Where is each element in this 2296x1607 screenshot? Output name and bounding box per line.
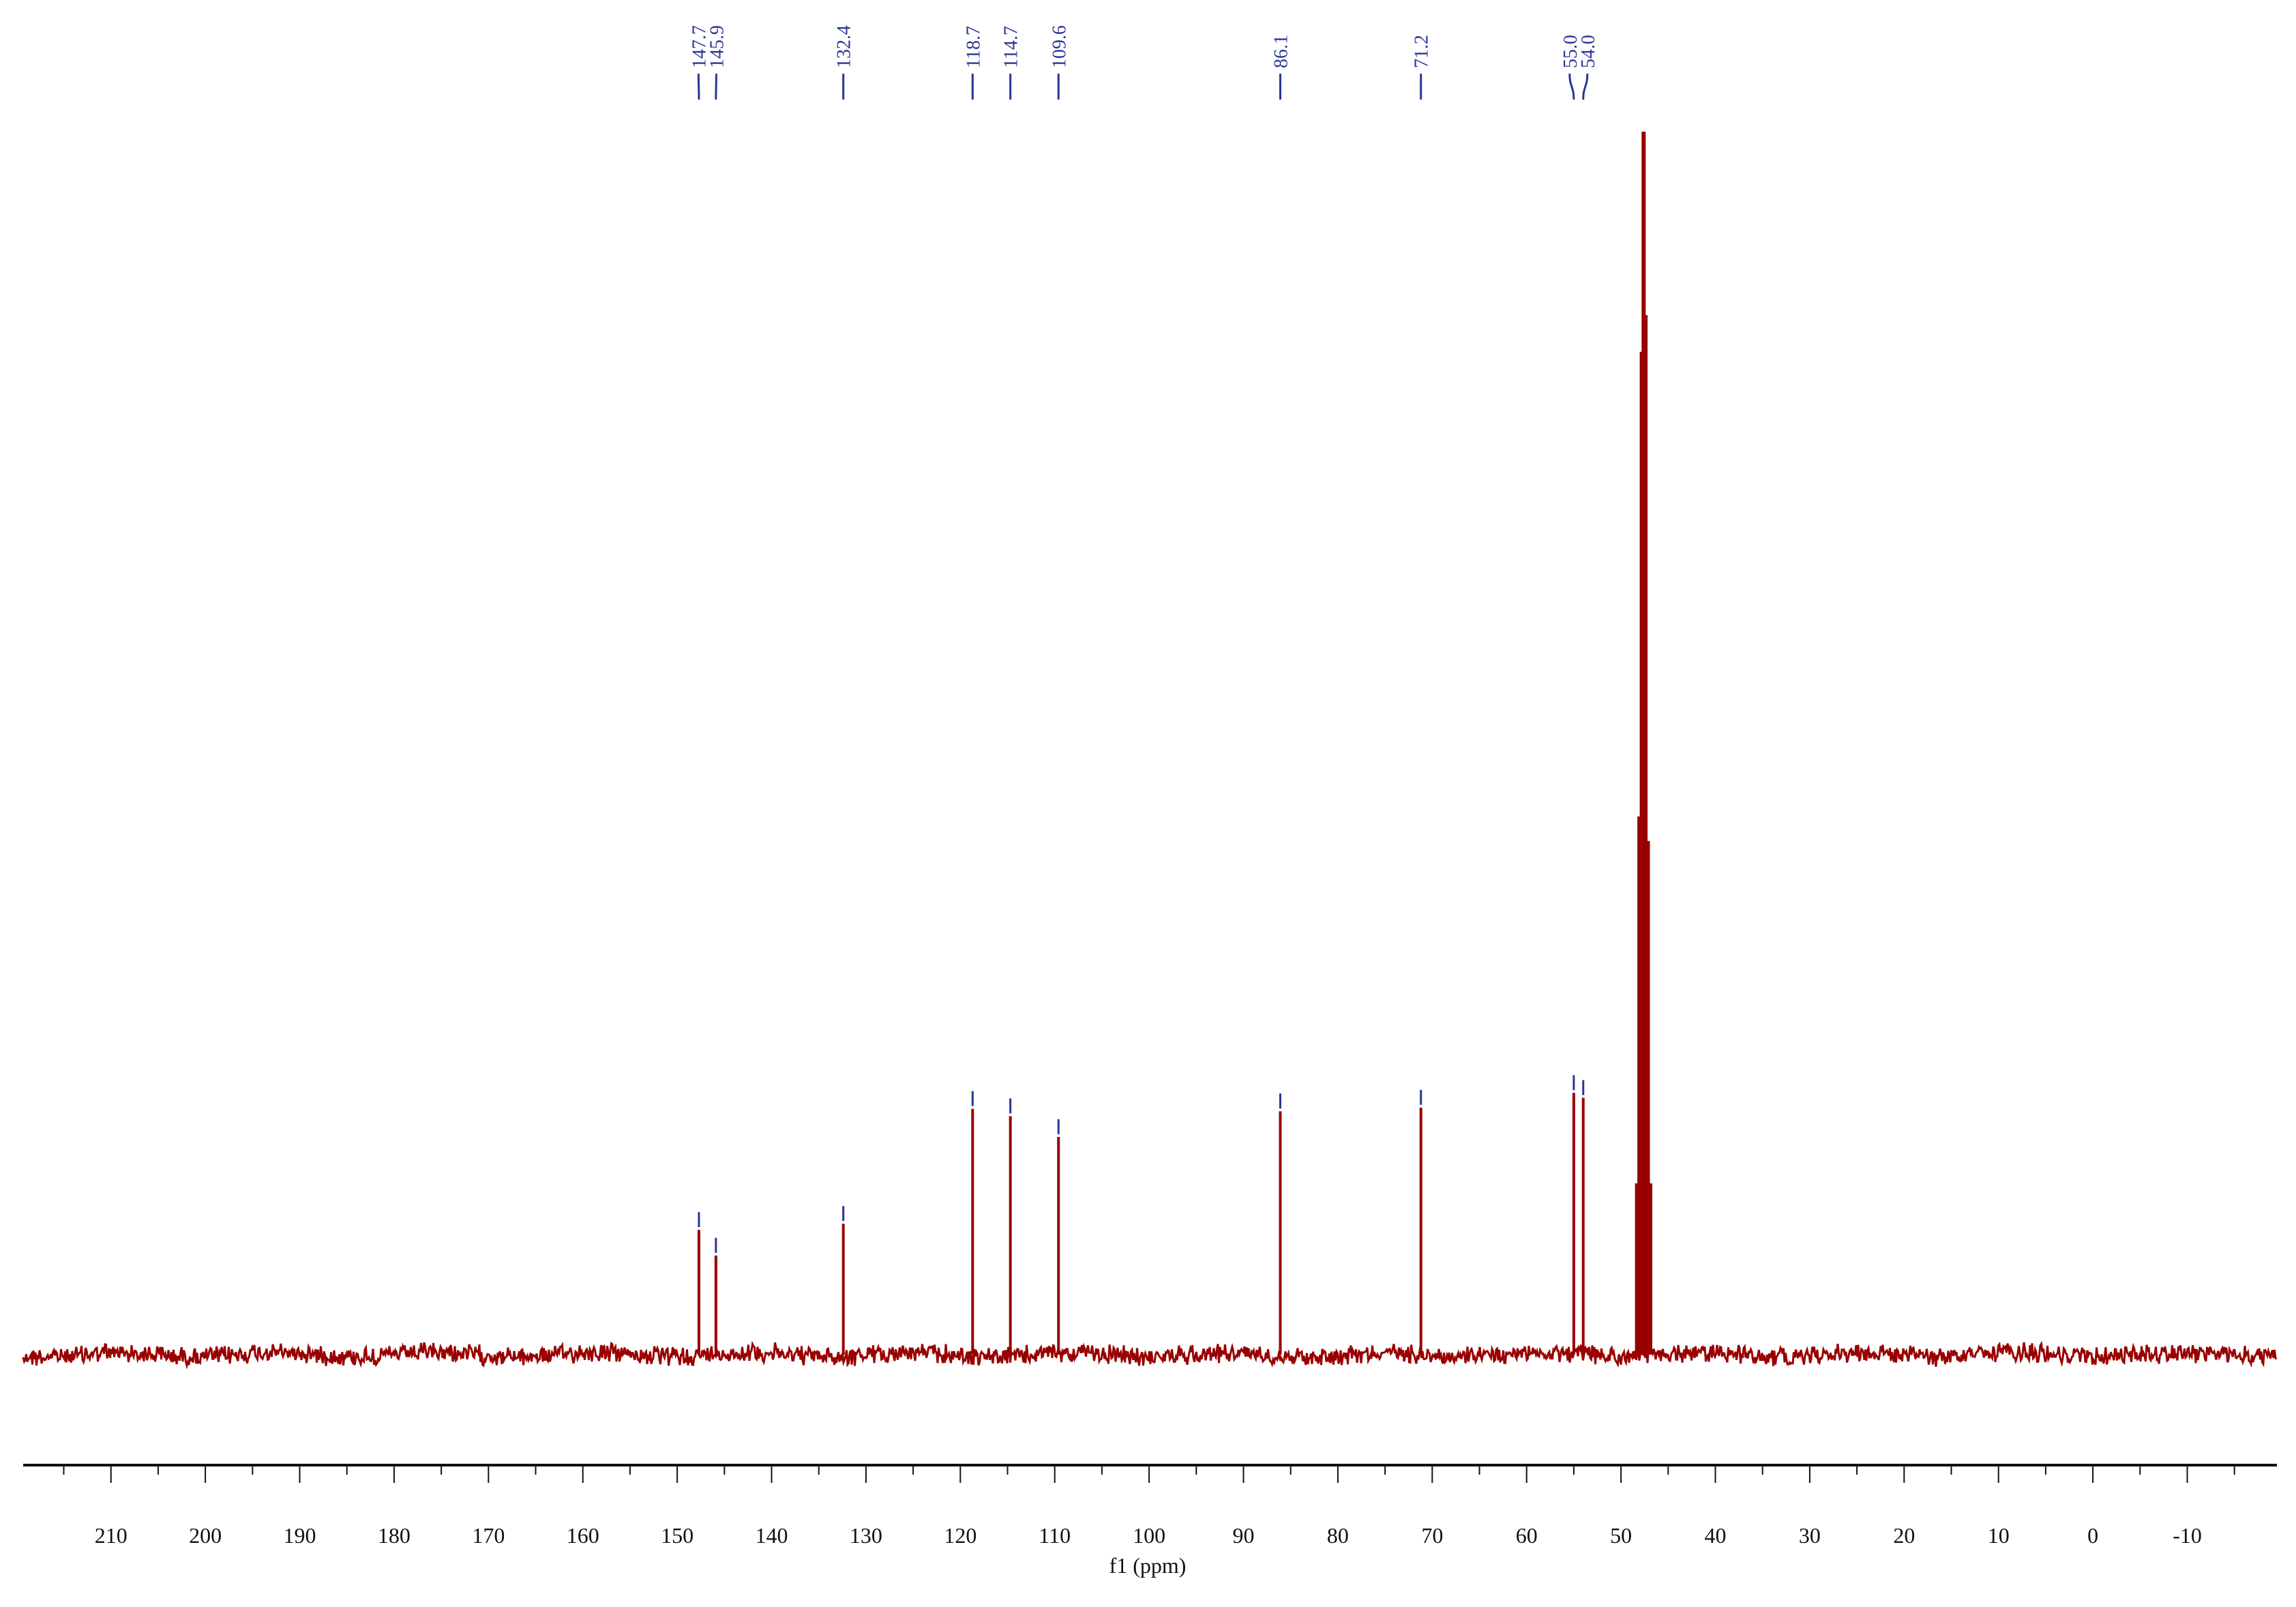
- x-tick-label: 160: [567, 1523, 599, 1548]
- x-tick-label: 50: [1610, 1523, 1632, 1548]
- peak-label: 145.9: [706, 25, 728, 68]
- x-tick-label: 210: [95, 1523, 128, 1548]
- x-tick-label: 190: [284, 1523, 316, 1548]
- peak-label: 118.7: [963, 26, 984, 68]
- x-tick-label: 180: [378, 1523, 411, 1548]
- peak-label-connector: [697, 73, 700, 100]
- peak-label: 71.2: [1412, 35, 1433, 68]
- x-tick-label: 120: [944, 1523, 976, 1548]
- chart-svg: 147.7145.9 132.4 118.7 114.7 109.6 86.1 71.2 55…: [22, 25, 2278, 1578]
- x-axis: 210 200 190 180 170 160 150 140 130 120 110 100 90 80…: [23, 1464, 2277, 1548]
- x-tick-label: 90: [1233, 1523, 1255, 1548]
- x-tick-label: 170: [472, 1523, 505, 1548]
- peak-labels: 147.7145.9 132.4 118.7 114.7 109.6 86.1 71.2 55…: [689, 25, 1599, 1253]
- peak-label: 109.6: [1049, 25, 1070, 68]
- x-tick-label: -10: [2173, 1523, 2202, 1548]
- peak-label: 132.4: [834, 25, 855, 68]
- nmr-spectrum-chart: 147.7 145.9 132.4 118.7 114.7 109.6 86.1 71.2 55…: [0, 0, 2296, 1607]
- x-tick-label: 60: [1516, 1523, 1538, 1548]
- spectrum-baseline: [22, 1340, 2278, 1370]
- x-tick-label: 40: [1705, 1523, 1727, 1548]
- x-tick-label: 20: [1893, 1523, 1915, 1548]
- peak-label: 114.7: [1001, 26, 1022, 68]
- x-tick-label: 140: [756, 1523, 788, 1548]
- x-tick-label: 30: [1799, 1523, 1821, 1548]
- peak-label: 54.0: [1578, 35, 1599, 68]
- x-axis-title: f1 (ppm): [1109, 1553, 1187, 1578]
- x-tick-label: 0: [2087, 1523, 2098, 1548]
- peak-label-connector: [715, 73, 717, 100]
- peak-label: 86.1: [1270, 35, 1292, 68]
- x-tick-label: 10: [1988, 1523, 2010, 1548]
- solvent-peak: [1648, 1183, 1653, 1355]
- peak-label-connector: [1582, 73, 1589, 100]
- x-tick-label: 130: [850, 1523, 882, 1548]
- peak-label-connector: [1568, 73, 1575, 100]
- x-tick-label: 200: [189, 1523, 222, 1548]
- x-tick-label: 80: [1327, 1523, 1349, 1548]
- x-tick-label: 110: [1039, 1523, 1071, 1548]
- x-tick-label: 70: [1421, 1523, 1443, 1548]
- spectrum-layer: [22, 132, 2278, 1370]
- x-tick-label: 100: [1133, 1523, 1165, 1548]
- x-tick-label: 150: [661, 1523, 694, 1548]
